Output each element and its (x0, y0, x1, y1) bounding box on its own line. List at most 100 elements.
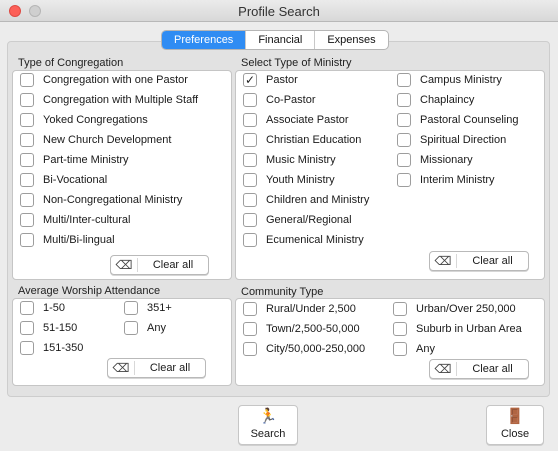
community-group-title: Community Type (241, 286, 324, 298)
checkbox[interactable] (20, 93, 34, 107)
ministry-checkbox-row[interactable]: Campus Ministry (397, 72, 502, 88)
checkbox-label: Town/2,500-50,000 (266, 323, 360, 335)
checkbox[interactable] (397, 73, 411, 87)
congregation-checkbox-row[interactable]: Yoked Congregations (20, 112, 148, 128)
checkbox-label: City/50,000-250,000 (266, 343, 366, 355)
checkbox[interactable] (243, 133, 257, 147)
eraser-icon: ⌫ (434, 254, 452, 268)
attendance-checkbox-row[interactable]: 151-350 (20, 340, 83, 356)
ministry-checkbox-row[interactable]: Christian Education (243, 132, 361, 148)
checkbox[interactable] (243, 113, 257, 127)
community-checkbox-row[interactable]: Rural/Under 2,500 (243, 301, 356, 317)
checkbox[interactable]: ✓ (243, 73, 257, 87)
community-checkbox-row[interactable]: Urban/Over 250,000 (393, 301, 516, 317)
congregation-checkbox-row[interactable]: Congregation with Multiple Staff (20, 92, 198, 108)
congregation-checkbox-row[interactable]: Bi-Vocational (20, 172, 107, 188)
checkbox[interactable] (20, 153, 34, 167)
checkbox-label: Chaplaincy (420, 94, 475, 106)
checkbox[interactable] (20, 301, 34, 315)
ministry-checkbox-row[interactable]: General/Regional (243, 212, 352, 228)
tab-preferences[interactable]: Preferences (162, 31, 247, 49)
attendance-checkbox-row[interactable]: 1-50 (20, 300, 65, 316)
ministry-checkbox-row[interactable]: Associate Pastor (243, 112, 349, 128)
checkbox[interactable] (393, 322, 407, 336)
community-checkbox-row[interactable]: Suburb in Urban Area (393, 321, 522, 337)
checkbox-label: Pastor (266, 74, 298, 86)
door-icon: 🚪 (505, 408, 525, 425)
tab-expenses[interactable]: Expenses (315, 31, 387, 49)
search-label: Search (250, 428, 286, 440)
attendance-group-title: Average Worship Attendance (18, 285, 161, 297)
ministry-checkbox-row[interactable]: Children and Ministry (243, 192, 369, 208)
checkbox[interactable] (397, 93, 411, 107)
checkbox-label: Ecumenical Ministry (266, 234, 364, 246)
checkbox[interactable] (20, 321, 34, 335)
checkbox[interactable] (397, 133, 411, 147)
congregation-checkbox-row[interactable]: Multi/Bi-lingual (20, 232, 115, 248)
checkbox[interactable] (397, 153, 411, 167)
tab-financial[interactable]: Financial (246, 31, 316, 49)
ministry-checkbox-row[interactable]: Missionary (397, 152, 473, 168)
ministry-checkbox-row[interactable]: Pastoral Counseling (397, 112, 518, 128)
checkbox[interactable] (124, 321, 138, 335)
community-checkbox-row[interactable]: City/50,000-250,000 (243, 341, 365, 357)
checkbox[interactable] (20, 133, 34, 147)
ministry-checkbox-row[interactable]: Chaplaincy (397, 92, 474, 108)
close-button[interactable]: 🚪 Close (486, 405, 544, 445)
attendance-checkbox-row[interactable]: 351+ (124, 300, 172, 316)
ministry-checkbox-row[interactable]: Spiritual Direction (397, 132, 506, 148)
checkbox[interactable] (124, 301, 138, 315)
ministry-checkbox-row[interactable]: ✓ Pastor (243, 72, 298, 88)
title-bar: Profile Search (0, 0, 558, 22)
checkbox[interactable] (243, 342, 257, 356)
checkbox[interactable] (20, 73, 34, 87)
checkbox[interactable] (393, 302, 407, 316)
attendance-checkbox-row[interactable]: 51-150 (20, 320, 77, 336)
ministry-checkbox-row[interactable]: Co-Pastor (243, 92, 316, 108)
search-button[interactable]: 🏃 Search (238, 405, 298, 445)
ministry-checkbox-row[interactable]: Youth Ministry (243, 172, 335, 188)
community-checkbox-row[interactable]: Town/2,500-50,000 (243, 321, 360, 337)
checkbox[interactable] (397, 113, 411, 127)
clear-all-label: Clear all (149, 362, 191, 374)
checkbox[interactable] (243, 93, 257, 107)
community-checkbox-row[interactable]: Any (393, 341, 435, 357)
congregation-checkbox-row[interactable]: Multi/Inter-cultural (20, 212, 130, 228)
tab-bar: Preferences Financial Expenses (161, 30, 389, 50)
checkbox[interactable] (393, 342, 407, 356)
congregation-checkbox-row[interactable]: Part-time Ministry (20, 152, 129, 168)
checkbox[interactable] (243, 213, 257, 227)
congregation-checkbox-row[interactable]: Non-Congregational Ministry (20, 192, 182, 208)
checkbox[interactable] (243, 302, 257, 316)
checkbox[interactable] (243, 153, 257, 167)
checkbox[interactable] (20, 213, 34, 227)
attendance-clear-button[interactable]: ⌫ Clear all (107, 358, 206, 378)
community-clear-button[interactable]: ⌫ Clear all (429, 359, 529, 379)
checkbox-label: Congregation with Multiple Staff (43, 94, 199, 106)
congregation-clear-button[interactable]: ⌫ Clear all (110, 255, 209, 275)
checkbox[interactable] (243, 322, 257, 336)
clear-all-label: Clear all (152, 259, 194, 271)
checkbox-label: Music Ministry (266, 154, 336, 166)
checkbox-label: 51-150 (43, 322, 78, 334)
checkbox[interactable] (243, 193, 257, 207)
checkbox-label: 1-50 (43, 302, 66, 314)
congregation-checkbox-row[interactable]: New Church Development (20, 132, 171, 148)
checkbox[interactable] (397, 173, 411, 187)
checkbox[interactable] (20, 193, 34, 207)
checkbox-label: 151-350 (43, 342, 84, 354)
checkbox[interactable] (243, 233, 257, 247)
checkbox-label: Any (416, 343, 435, 355)
checkbox[interactable] (20, 173, 34, 187)
checkbox[interactable] (20, 341, 34, 355)
ministry-checkbox-row[interactable]: Ecumenical Ministry (243, 232, 364, 248)
checkbox[interactable] (243, 173, 257, 187)
checkbox[interactable] (20, 113, 34, 127)
ministry-checkbox-row[interactable]: Interim Ministry (397, 172, 495, 188)
checkbox[interactable] (20, 233, 34, 247)
attendance-checkbox-row[interactable]: Any (124, 320, 166, 336)
clear-all-label: Clear all (472, 255, 513, 267)
congregation-checkbox-row[interactable]: Congregation with one Pastor (20, 72, 188, 88)
ministry-checkbox-row[interactable]: Music Ministry (243, 152, 336, 168)
ministry-clear-button[interactable]: ⌫ Clear all (429, 251, 529, 271)
